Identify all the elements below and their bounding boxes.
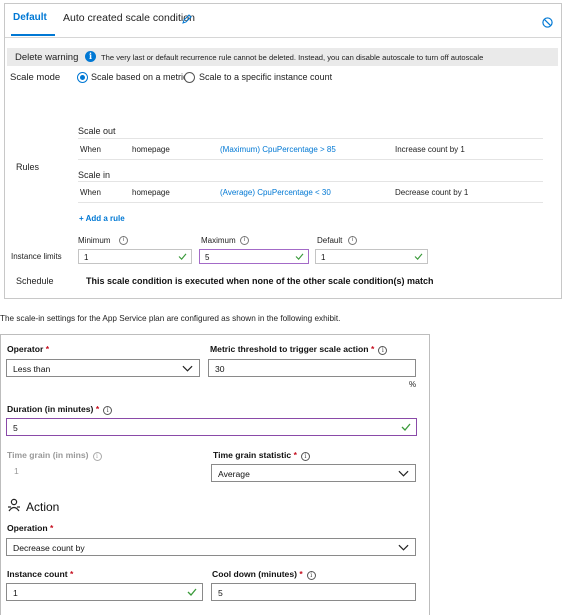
instance-count-value: 1 [13,588,18,598]
check-icon [414,253,423,260]
info-icon: i [306,571,316,580]
scale-out-label: Scale out [78,126,116,136]
time-grain-statistic-select[interactable]: Average [211,464,416,482]
add-rule-link[interactable]: + Add a rule [79,214,125,223]
delete-warning-row: Delete warning i The very last or defaul… [7,48,558,66]
rule-resource: homepage [132,145,170,154]
default-label: Default [317,236,343,245]
time-grain-statistic-label: Time grain statistic * i [213,450,310,461]
operator-label: Operator * [7,344,50,354]
radio-scale-instance-count-label[interactable]: Scale to a specific instance count [199,72,332,82]
minimum-value: 1 [84,252,89,262]
check-icon [401,423,411,431]
schedule-label: Schedule [16,276,54,286]
rule-metric-link[interactable]: (Average) CpuPercentage < 30 [220,188,331,197]
time-grain-label: Time grain (in mins) i [7,450,102,461]
delete-warning-label: Delete warning [15,52,79,63]
radio-scale-metric[interactable] [77,72,88,83]
threshold-unit: % [409,380,417,389]
check-icon [295,253,304,260]
threshold-input[interactable]: 30 [208,359,416,377]
info-icon: i [85,51,96,62]
scale-condition-header: Default Auto created scale condition [5,4,561,38]
rule-action: Decrease count by 1 [395,188,469,197]
default-input[interactable]: 1 [315,249,428,264]
threshold-value: 30 [215,364,225,374]
check-icon [178,253,187,260]
rule-row-scale-out[interactable]: When homepage (Maximum) CpuPercentage > … [78,138,543,160]
rule-when: When [80,188,101,197]
rule-metric-link[interactable]: (Maximum) CpuPercentage > 85 [220,145,336,154]
time-grain-value: 1 [14,466,19,476]
cool-down-value: 5 [218,588,223,598]
minimum-input[interactable]: 1 [78,249,192,264]
rule-action: Increase count by 1 [395,145,465,154]
info-icon: i [348,236,357,245]
check-icon [187,588,197,596]
duration-input[interactable]: 5 [6,418,417,436]
radio-scale-metric-label[interactable]: Scale based on a metric [91,72,188,82]
info-icon: i [378,346,388,355]
operation-select[interactable]: Decrease count by [6,538,416,556]
operation-label: Operation * [7,523,54,533]
info-icon: i [240,236,249,245]
minimum-label: Minimum [78,236,111,245]
info-icon: i [300,452,310,461]
operator-select[interactable]: Less than [6,359,200,377]
operation-value: Decrease count by [13,543,85,553]
action-person-icon [8,498,20,512]
info-icon: i [103,406,113,415]
rule-resource: homepage [132,188,170,197]
action-heading: Action [26,500,60,514]
duration-label: Duration (in minutes) * i [7,404,113,415]
operator-value: Less than [13,364,51,374]
info-icon: i [92,452,102,461]
tab-default[interactable]: Default [13,12,47,23]
chevron-down-icon [398,470,409,477]
info-icon: i [119,236,128,245]
disable-icon[interactable] [542,17,553,28]
duration-value: 5 [13,423,18,433]
instance-count-input[interactable]: 1 [6,583,203,601]
cool-down-input[interactable]: 5 [211,583,416,601]
chevron-down-icon [182,365,193,372]
rule-row-scale-in[interactable]: When homepage (Average) CpuPercentage < … [78,181,543,203]
cool-down-label: Cool down (minutes) * i [212,569,316,580]
instance-count-label: Instance count * [7,569,74,579]
time-grain-statistic-value: Average [218,469,250,479]
delete-warning-text: The very last or default recurrence rule… [101,52,484,62]
chevron-down-icon [398,544,409,551]
tab-active-indicator [11,34,55,36]
radio-scale-instance-count[interactable] [184,72,195,83]
rule-when: When [80,145,101,154]
default-value: 1 [321,252,326,262]
schedule-text: This scale condition is executed when no… [86,276,434,286]
maximum-input[interactable]: 5 [199,249,309,264]
scale-in-label: Scale in [78,170,111,180]
threshold-label: Metric threshold to trigger scale action… [210,344,388,355]
condition-name[interactable]: Auto created scale condition [63,12,195,24]
scale-mode-label: Scale mode [10,72,61,83]
maximum-value: 5 [205,252,210,262]
instance-limits-label: Instance limits [11,252,62,261]
pencil-icon[interactable] [182,14,192,24]
rules-label: Rules [16,162,40,172]
maximum-label: Maximum [201,236,236,245]
exhibit-caption: The scale-in settings for the App Servic… [0,314,341,323]
